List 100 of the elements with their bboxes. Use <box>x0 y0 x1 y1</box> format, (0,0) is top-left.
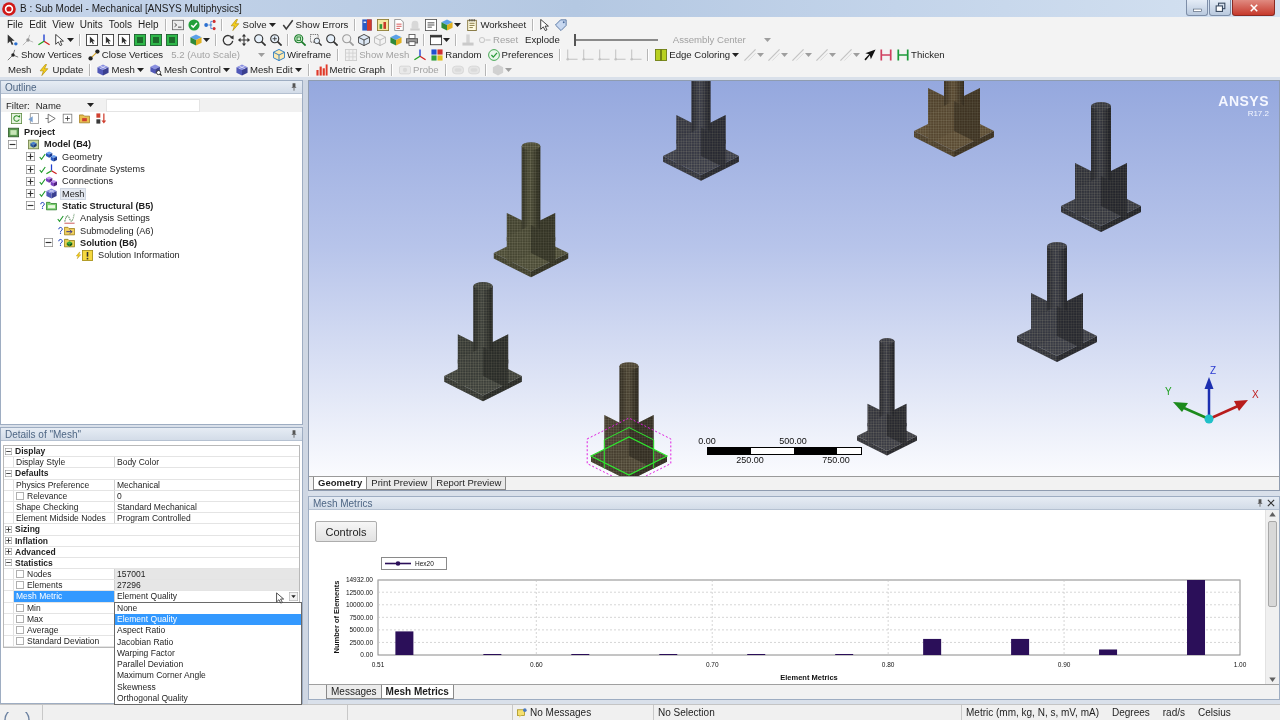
toolbar-button[interactable] <box>441 18 462 31</box>
property-label[interactable]: Standard Deviation <box>24 636 114 647</box>
tree-item[interactable]: Geometry <box>60 150 105 163</box>
tree-item[interactable]: Coordinate Systems <box>60 163 147 176</box>
unit-label[interactable]: Degrees <box>1111 707 1150 718</box>
tree-item[interactable]: Solution (B6) <box>78 236 140 249</box>
toolbar-button[interactable] <box>190 33 210 46</box>
property-label[interactable]: Shape Checking <box>14 501 114 513</box>
toolbar-button[interactable]: Mesh Edit <box>234 62 303 77</box>
property-label[interactable]: Nodes <box>24 569 114 580</box>
toolbar-button[interactable]: Update <box>37 62 85 77</box>
menu-item[interactable]: View <box>51 19 75 30</box>
dropdown-option[interactable]: Maximum Corner Angle <box>115 670 301 682</box>
checkbox[interactable] <box>16 603 24 612</box>
menu-item[interactable]: Edit <box>28 19 48 30</box>
panel-tab[interactable]: Messages <box>326 685 382 699</box>
toolbar-button[interactable] <box>54 33 74 46</box>
toolbar-button[interactable] <box>86 33 98 46</box>
collapse-icon[interactable] <box>26 201 35 211</box>
unit-label[interactable]: Celsius <box>1198 707 1231 718</box>
property-label[interactable]: Min <box>24 602 114 613</box>
expand-icon[interactable] <box>5 548 12 556</box>
view-tab[interactable]: Print Preview <box>366 477 433 490</box>
toolbar-button[interactable] <box>134 33 146 46</box>
menu-item[interactable]: Tools <box>107 19 133 30</box>
property-label[interactable]: Physics Preference <box>14 479 114 490</box>
toolbar-button[interactable]: Random <box>430 47 483 62</box>
collapse-icon[interactable] <box>5 469 12 477</box>
pin-icon[interactable] <box>290 83 298 91</box>
expand-icon[interactable] <box>5 525 12 533</box>
toolbar-button[interactable] <box>358 33 370 46</box>
toolbar-button[interactable] <box>864 48 877 61</box>
property-label[interactable]: Display Style <box>14 457 114 468</box>
restore-button[interactable] <box>1209 0 1231 16</box>
tree-item[interactable]: Static Structural (B5) <box>60 199 156 212</box>
expand-icon[interactable] <box>26 152 35 162</box>
toolbar-button[interactable] <box>254 33 266 46</box>
toolbar-button[interactable] <box>270 33 282 46</box>
pin-icon[interactable] <box>1256 499 1264 507</box>
toolbar-button[interactable]: Preferences <box>486 47 555 62</box>
property-label[interactable]: Average <box>24 625 114 636</box>
sort-icon[interactable] <box>96 113 107 124</box>
close-button[interactable] <box>1232 0 1275 16</box>
dropdown-field[interactable]: Element Quality <box>115 591 299 602</box>
dropdown-option[interactable]: Orthogonal Quality <box>115 693 301 705</box>
toolbar-button[interactable]: Metric Graph <box>314 62 387 77</box>
property-label[interactable]: Elements <box>24 580 114 591</box>
checkbox[interactable] <box>16 614 24 623</box>
expand-icon[interactable] <box>5 537 12 545</box>
property-label[interactable]: Max <box>24 613 114 624</box>
unit-label[interactable]: rad/s <box>1162 707 1185 718</box>
folder-icon[interactable] <box>79 113 90 124</box>
toolbar-button[interactable]: Mesh Control <box>148 62 231 77</box>
collapse-icon[interactable] <box>44 238 53 248</box>
unit-label[interactable]: Metric (mm, kg, N, s, mV, mA) <box>966 707 1099 718</box>
dropdown-option[interactable]: Skewness <box>115 681 301 693</box>
refresh-icon[interactable] <box>11 113 22 124</box>
toolbar-button[interactable] <box>118 33 130 46</box>
dropdown-option[interactable]: Parallel Deviation <box>115 659 301 671</box>
pin-icon[interactable] <box>290 430 298 438</box>
menu-item[interactable]: File <box>6 19 25 30</box>
checkbox[interactable] <box>16 581 24 590</box>
checkbox[interactable] <box>16 570 24 579</box>
close-icon[interactable] <box>1267 499 1275 507</box>
toolbar-button[interactable]: Worksheet <box>465 17 528 32</box>
toolbar-button[interactable] <box>406 33 418 46</box>
expand-icon[interactable] <box>26 164 35 174</box>
filter-field[interactable] <box>105 98 200 112</box>
toolbar-button[interactable]: Close Vertices <box>86 47 165 62</box>
controls-button[interactable]: Controls <box>315 521 377 542</box>
view-tab[interactable]: Report Preview <box>431 477 507 490</box>
plus-box-icon[interactable] <box>62 113 73 124</box>
panel-tab[interactable]: Mesh Metrics <box>380 685 454 699</box>
checkbox[interactable] <box>16 626 24 635</box>
toolbar-button[interactable] <box>425 18 438 31</box>
view-tab[interactable]: Geometry <box>313 477 368 490</box>
toolbar-button[interactable]: Show Errors <box>280 17 350 32</box>
slider-thumb[interactable] <box>573 33 576 46</box>
dropdown-arrow-icon[interactable] <box>289 592 298 602</box>
toolbar-button[interactable]: Mesh <box>96 62 145 77</box>
toolbar-button[interactable] <box>166 33 178 46</box>
menu-item[interactable]: Help <box>137 19 160 30</box>
dropdown-option[interactable]: Aspect Ratio <box>115 625 301 637</box>
checkbox[interactable] <box>16 637 24 646</box>
filter-dropdown[interactable]: Name <box>33 99 96 111</box>
toolbar-button[interactable] <box>150 33 162 46</box>
toolbar-button[interactable]: Show Vertices <box>6 47 83 62</box>
tree-item[interactable]: Solution Information <box>96 249 182 262</box>
tree-item[interactable]: Connections <box>60 175 116 188</box>
toolbar-button[interactable]: Edge Coloring <box>654 47 741 62</box>
property-label[interactable]: Relevance <box>24 490 114 501</box>
collapse-icon[interactable] <box>5 447 12 455</box>
toolbar-button[interactable] <box>310 33 322 46</box>
dropdown-option[interactable]: Warping Factor <box>115 647 301 660</box>
scrollbar[interactable] <box>1265 510 1279 684</box>
tree-item[interactable]: Model (B4) <box>42 138 93 151</box>
tree-item[interactable]: Analysis Settings <box>78 212 152 225</box>
toolbar-button[interactable] <box>326 33 338 46</box>
expand-icon[interactable] <box>26 189 35 199</box>
toolbar-button[interactable] <box>539 18 552 31</box>
